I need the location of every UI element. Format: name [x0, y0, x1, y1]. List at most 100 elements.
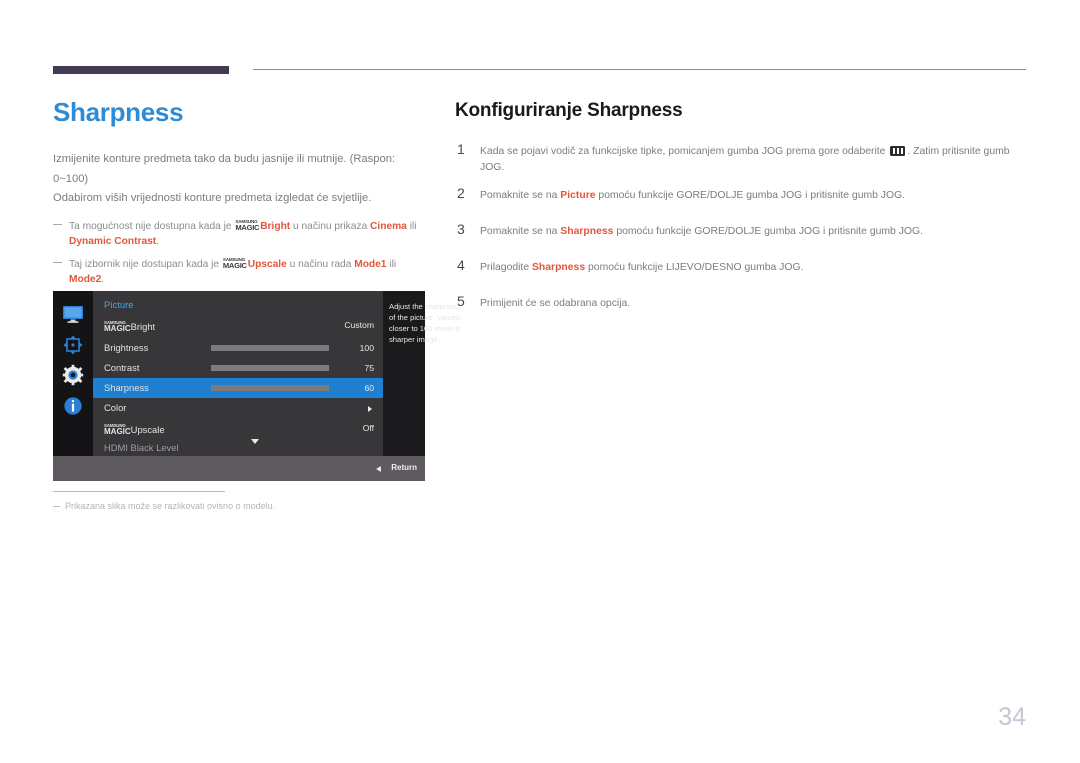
osd-icon-sidebar	[53, 291, 93, 456]
header-accent-bar	[53, 66, 229, 74]
note-bold-1: Bright	[260, 220, 291, 232]
note-item: Taj izbornik nije dostupan kada je SAMSU…	[53, 256, 428, 288]
samsung-magic-logo: SAMSUNG MAGIC	[222, 256, 247, 270]
intro-line-2: Odabirom viših vrijednosti konture predm…	[53, 192, 372, 204]
note-bold-3: Mode2	[69, 274, 102, 285]
step-pre: Kada se pojavi vodič za funkcijske tipke…	[480, 146, 889, 157]
page-number: 34	[998, 703, 1026, 731]
step-pre: Pomaknite se na	[480, 226, 561, 237]
note-bold-3: Dynamic Contrast	[69, 236, 157, 247]
step-item: 5 Primijenit će se odabrana opcija.	[455, 293, 1030, 320]
step-text: Primijenit će se odabrana opcija.	[480, 295, 1030, 312]
osd-row-label: HDMI Black Level	[104, 442, 179, 453]
osd-row-hdmi-black-level[interactable]: HDMI Black Level	[93, 438, 383, 458]
osd-row-brightness[interactable]: Brightness 100	[93, 338, 383, 358]
osd-row-value: Off	[362, 423, 374, 433]
osd-row-sharpness[interactable]: Sharpness 60	[93, 378, 383, 398]
osd-row-value: 100	[359, 343, 374, 353]
step-pre: Primijenit će se odabrana opcija.	[480, 298, 631, 309]
note-dash-icon	[53, 261, 62, 263]
info-icon[interactable]	[62, 395, 84, 417]
osd-slider-contrast[interactable]	[211, 365, 329, 371]
note-post: .	[156, 236, 160, 247]
step-number: 1	[457, 141, 465, 157]
step-bold: Sharpness	[560, 226, 614, 237]
osd-row-value: 60	[364, 383, 374, 393]
left-column: Sharpness Izmijenite konture predmeta ta…	[53, 95, 428, 315]
note-pre: Ta mogućnost nije dostupna kada je	[69, 220, 235, 232]
osd-slider-sharpness[interactable]	[211, 385, 329, 391]
step-text: Pomaknite se na Sharpness pomoću funkcij…	[480, 223, 1030, 240]
footnote-rule	[53, 491, 225, 492]
intro-line-1: Izmijenite konture predmeta tako da budu…	[53, 153, 396, 185]
osd-menu-panel: Picture SAMSUNG MAGIC Bright Custom Bright…	[93, 291, 383, 456]
samsung-magic-logo: SAMSUNG MAGIC	[104, 320, 131, 333]
samsung-magic-logo: SAMSUNG MAGIC	[235, 218, 260, 232]
osd-row-label: SAMSUNG MAGIC Upscale	[104, 423, 165, 436]
osd-screenshot: Picture SAMSUNG MAGIC Bright Custom Bright…	[53, 291, 460, 481]
osd-row-label: Contrast	[104, 362, 140, 373]
note-mid-2: ili	[386, 258, 397, 270]
step-text: Kada se pojavi vodič za funkcijske tipke…	[480, 143, 1030, 176]
step-number: 2	[457, 185, 465, 201]
footnote-dash-icon	[53, 506, 60, 508]
osd-tooltip-panel: Adjust the sharpness of the picture. Val…	[383, 291, 460, 456]
osd-row-label: Brightness	[104, 342, 149, 353]
note-post: .	[101, 274, 105, 285]
note-bold-2: Cinema	[370, 220, 407, 232]
osd-row-contrast[interactable]: Contrast 75	[93, 358, 383, 378]
step-number: 4	[457, 257, 465, 273]
note-bold-1: Upscale	[247, 258, 287, 270]
menu-icon	[890, 146, 906, 156]
step-item: 4 Prilagodite Sharpness pomoću funkcije …	[455, 257, 1030, 284]
chevron-right-icon	[368, 406, 372, 412]
osd-row-magicupscale[interactable]: SAMSUNG MAGIC Upscale Off	[93, 418, 383, 438]
page-title: Sharpness	[53, 97, 184, 127]
note-mid: u načinu prikaza	[290, 220, 371, 232]
step-item: 3 Pomaknite se na Sharpness pomoću funkc…	[455, 221, 1030, 248]
back-arrow-icon[interactable]	[376, 466, 381, 472]
step-pre: Pomaknite se na	[480, 190, 561, 201]
osd-row-color[interactable]: Color	[93, 398, 383, 418]
scroll-down-icon[interactable]	[251, 439, 259, 444]
step-pre: Prilagodite	[480, 262, 532, 273]
osd-slider-brightness[interactable]	[211, 345, 329, 351]
osd-row-label: Color	[104, 402, 127, 413]
manual-page: Sharpness Izmijenite konture predmeta ta…	[0, 0, 1080, 763]
footnote: Prikazana slika može se razlikovati ovis…	[53, 501, 275, 511]
step-post: pomoću funkcije GORE/DOLJE gumba JOG i p…	[613, 226, 923, 237]
note-pre: Taj izbornik nije dostupan kada je	[69, 258, 222, 270]
note-bold-2: Mode1	[354, 258, 387, 270]
monitor-icon[interactable]	[62, 303, 84, 325]
osd-menu-heading: Picture	[104, 300, 134, 311]
osd-row-magicbright[interactable]: SAMSUNG MAGIC Bright Custom	[93, 315, 383, 335]
note-mid: u načinu rada	[286, 258, 355, 270]
step-item: 2 Pomaknite se na Picture pomoću funkcij…	[455, 185, 1030, 212]
steps-list: 1 Kada se pojavi vodič za funkcijske tip…	[455, 141, 1030, 320]
header-rule	[253, 69, 1026, 70]
step-number: 3	[457, 221, 465, 237]
step-number: 5	[457, 293, 465, 309]
osd-return-label[interactable]: Return	[391, 463, 417, 472]
right-column: Konfiguriranje Sharpness 1 Kada se pojav…	[455, 100, 1030, 331]
osd-footer-bar: Return	[53, 456, 425, 481]
note-dash-icon	[53, 223, 62, 225]
step-post: pomoću funkcije LIJEVO/DESNO gumba JOG.	[585, 262, 804, 273]
step-bold: Sharpness	[531, 262, 586, 273]
note-item: Ta mogućnost nije dostupna kada je SAMSU…	[53, 218, 428, 250]
osd-row-value: 75	[364, 363, 374, 373]
step-text: Prilagodite Sharpness pomoću funkcije LI…	[480, 259, 1030, 276]
intro-text: Izmijenite konture predmeta tako da budu…	[53, 150, 428, 209]
footnote-text: Prikazana slika može se razlikovati ovis…	[65, 501, 276, 511]
step-bold: Picture	[560, 190, 596, 201]
section-title: Konfiguriranje Sharpness	[455, 100, 683, 121]
step-post: pomoću funkcije GORE/DOLJE gumba JOG i p…	[595, 190, 906, 201]
note-mid-2: ili	[406, 220, 417, 232]
gear-icon[interactable]	[62, 364, 84, 386]
samsung-magic-logo: SAMSUNG MAGIC	[104, 423, 131, 436]
move-arrows-icon[interactable]	[62, 334, 84, 356]
step-item: 1 Kada se pojavi vodič za funkcijske tip…	[455, 141, 1030, 176]
osd-row-value: Custom	[344, 320, 374, 330]
osd-row-label: SAMSUNG MAGIC Bright	[104, 320, 156, 333]
step-text: Pomaknite se na Picture pomoću funkcije …	[480, 187, 1030, 204]
